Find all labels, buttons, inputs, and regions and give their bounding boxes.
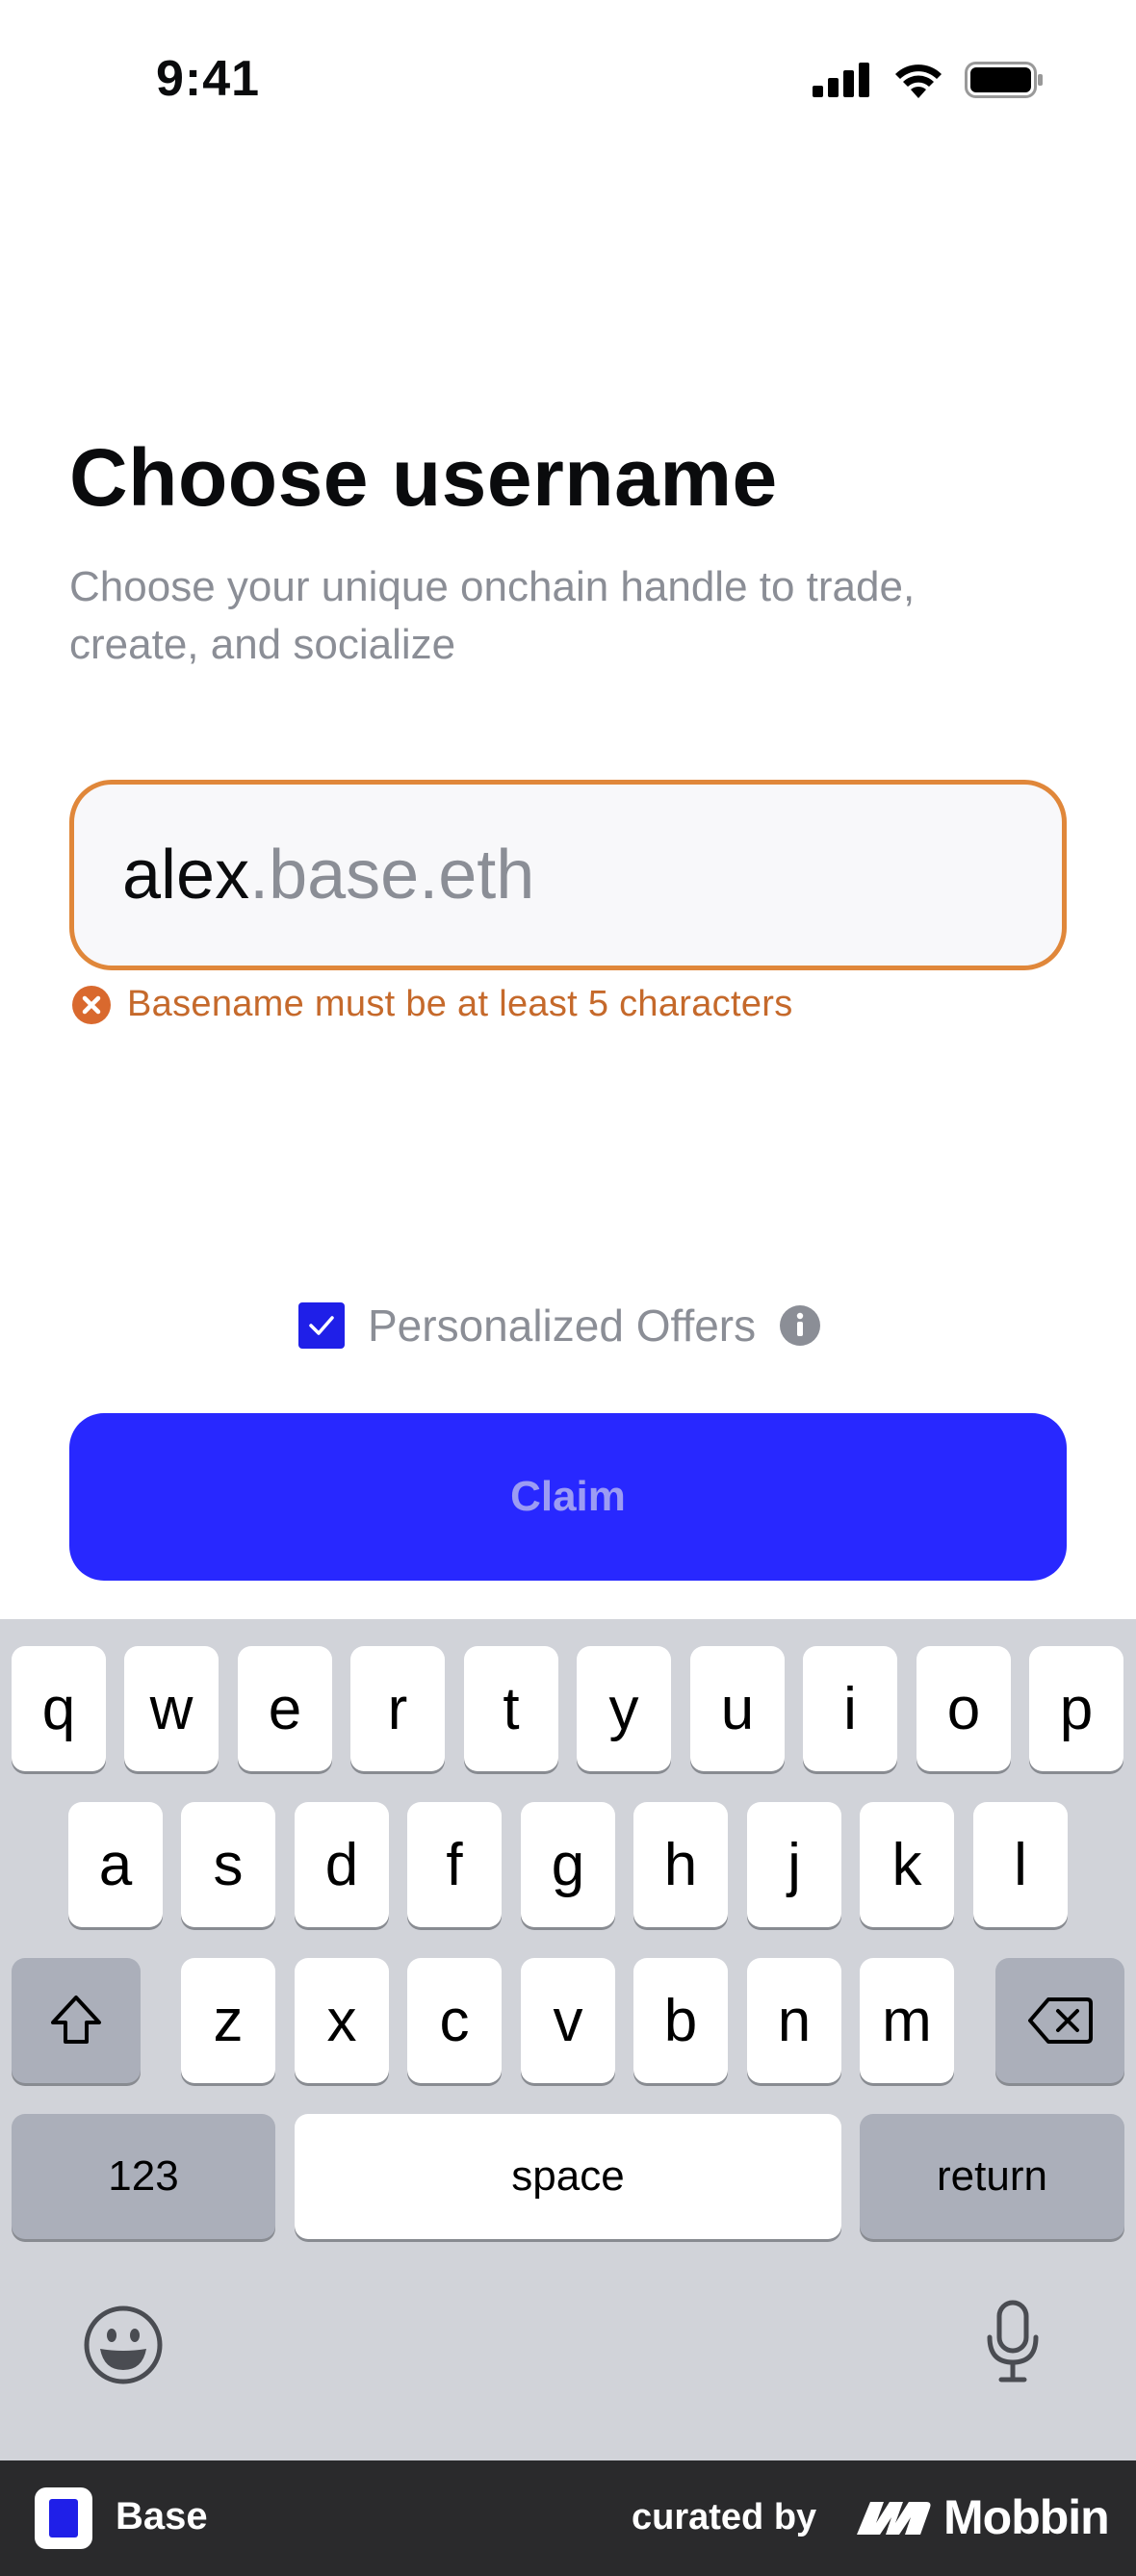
numbers-key[interactable]: 123: [12, 2114, 275, 2239]
key-b[interactable]: b: [633, 1958, 728, 2083]
key-t[interactable]: t: [464, 1646, 558, 1771]
key-j[interactable]: j: [747, 1802, 841, 1927]
error-message: Basename must be at least 5 characters: [127, 984, 793, 1024]
mobbin-logo-text: Mobbin: [943, 2490, 1110, 2544]
shift-key[interactable]: [12, 1958, 141, 2083]
status-time: 9:41: [156, 51, 261, 107]
mobbin-logo-icon: [857, 2502, 931, 2535]
backspace-key[interactable]: [995, 1958, 1124, 2083]
key-w[interactable]: w: [124, 1646, 219, 1771]
backspace-icon: [1028, 1997, 1093, 2044]
error-message-row: Basename must be at least 5 characters: [71, 984, 793, 1025]
key-d[interactable]: d: [295, 1802, 389, 1927]
emoji-button[interactable]: [83, 2305, 164, 2390]
personalized-offers-row: Personalized Offers: [298, 1300, 821, 1352]
cellular-signal-icon: [813, 63, 869, 97]
wifi-icon: [895, 64, 942, 98]
key-o[interactable]: o: [917, 1646, 1011, 1771]
mobbin-banner: Base curated by Mobbin: [0, 2460, 1136, 2576]
key-q[interactable]: q: [12, 1646, 106, 1771]
key-l[interactable]: l: [973, 1802, 1068, 1927]
key-x[interactable]: x: [295, 1958, 389, 2083]
return-key[interactable]: return: [860, 2114, 1124, 2239]
username-suffix: .base.eth: [249, 837, 535, 914]
claim-button[interactable]: Claim: [69, 1413, 1067, 1581]
shift-icon: [51, 1996, 101, 2044]
key-i[interactable]: i: [803, 1646, 897, 1771]
username-input[interactable]: alex .base.eth: [69, 780, 1067, 970]
key-e[interactable]: e: [238, 1646, 332, 1771]
key-n[interactable]: n: [747, 1958, 841, 2083]
key-u[interactable]: u: [690, 1646, 785, 1771]
status-bar: 9:41: [0, 0, 1136, 164]
key-k[interactable]: k: [860, 1802, 954, 1927]
battery-icon: [965, 62, 1043, 98]
mobbin-logo: Mobbin: [853, 2489, 1110, 2545]
error-x-icon: [72, 985, 111, 1024]
microphone-icon: [987, 2300, 1039, 2383]
personalized-offers-label: Personalized Offers: [368, 1301, 757, 1351]
key-h[interactable]: h: [633, 1802, 728, 1927]
key-m[interactable]: m: [860, 1958, 954, 2083]
key-g[interactable]: g: [521, 1802, 615, 1927]
key-z[interactable]: z: [181, 1958, 275, 2083]
personalized-offers-checkbox[interactable]: [298, 1302, 345, 1349]
banner-app-name: Base: [116, 2495, 208, 2537]
page-title: Choose username: [69, 432, 778, 523]
info-icon[interactable]: [779, 1304, 821, 1347]
keyboard: q w e r t y u i o p a s d f g h j k l z …: [0, 1619, 1136, 2460]
key-r[interactable]: r: [350, 1646, 445, 1771]
page-subtitle: Choose your unique onchain handle to tra…: [69, 563, 916, 668]
username-value: alex: [122, 837, 250, 914]
base-app-icon: [35, 2487, 92, 2549]
key-f[interactable]: f: [407, 1802, 502, 1927]
banner-curated-by: curated by: [632, 2497, 817, 2537]
space-key[interactable]: space: [295, 2114, 841, 2239]
key-p[interactable]: p: [1029, 1646, 1123, 1771]
key-y[interactable]: y: [577, 1646, 671, 1771]
dictation-button[interactable]: [984, 2299, 1042, 2390]
checkmark-icon: [309, 1316, 334, 1335]
key-a[interactable]: a: [68, 1802, 163, 1927]
key-s[interactable]: s: [181, 1802, 275, 1927]
key-v[interactable]: v: [521, 1958, 615, 2083]
emoji-icon: [84, 2306, 163, 2384]
key-c[interactable]: c: [407, 1958, 502, 2083]
status-icons: [813, 62, 1044, 98]
